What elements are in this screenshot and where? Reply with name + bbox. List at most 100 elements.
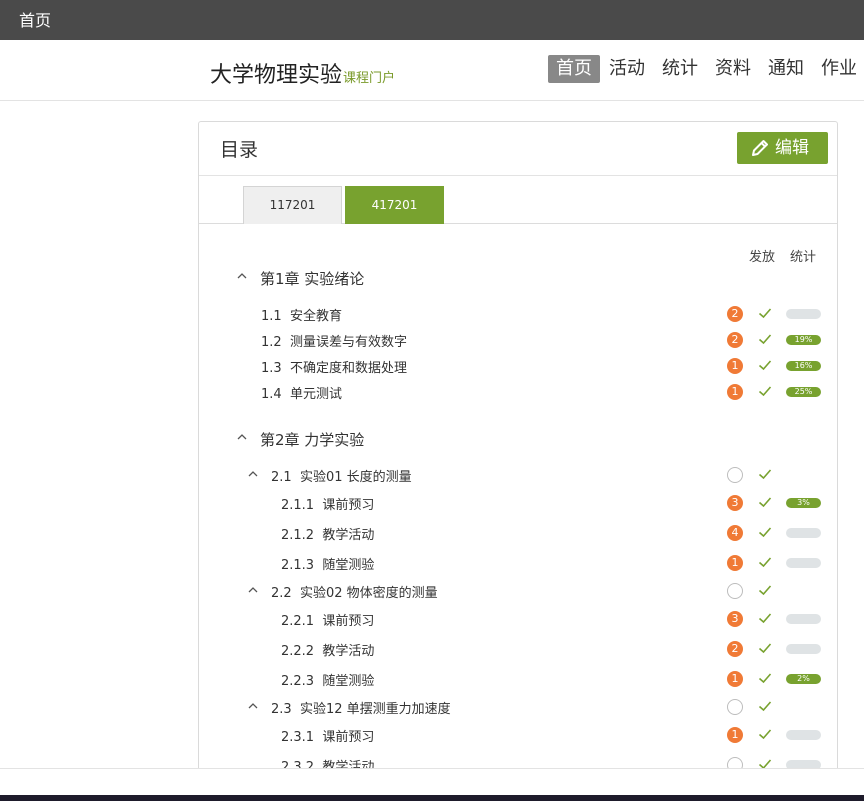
list-item[interactable]: 1.3 不确定度和数据处理 1 16% [199,353,837,377]
catalog-item-label[interactable]: 2.1.2 教学活动 [281,524,374,543]
list-item[interactable]: 2.1.3 随堂测验 1 [199,550,837,574]
publish-count-badge[interactable]: 2 [727,641,743,657]
collapse-chevron-icon[interactable] [236,431,248,443]
list-item[interactable]: 2.2.3 随堂测验 1 2% [199,666,837,690]
main-nav: 首页 活动 统计 资料 通知 作业 [548,55,864,83]
publish-count-badge[interactable]: 1 [727,555,743,571]
collapse-chevron-icon[interactable] [236,270,248,282]
publish-count-badge[interactable]: 1 [727,671,743,687]
stats-progress-bar[interactable] [786,528,821,538]
progress-percent: 16% [794,361,813,370]
catalog-item-label[interactable]: 2.1.3 随堂测验 [281,554,374,573]
check-icon [758,359,772,375]
stats-progress-bar[interactable] [786,730,821,740]
column-publish: 发放 [749,250,776,265]
catalog-item-label[interactable]: 第2章 力学实验 [260,429,364,450]
catalog-item-label[interactable]: 2.2 实验02 物体密度的测量 [271,582,438,601]
publish-count-badge[interactable]: 4 [727,525,743,541]
list-item[interactable]: 1.2 测量误差与有效数字 2 19% [199,327,837,351]
progress-percent: 2% [797,674,810,683]
nav-notices[interactable]: 通知 [760,55,812,83]
edit-button-label: 编辑 [775,138,809,158]
stats-progress-bar[interactable]: 16% [786,361,821,371]
check-icon [758,728,772,744]
taskbar-strip [0,795,864,801]
check-icon [758,526,772,542]
course-brand[interactable]: 大学物理实验课程门户 [210,57,395,89]
publish-count-badge[interactable]: 3 [727,495,743,511]
nav-home[interactable]: 首页 [548,55,600,83]
stats-progress-bar[interactable]: 25% [786,387,821,397]
list-item[interactable]: 2.1.1 课前预习 3 3% [199,490,837,514]
catalog-item-label[interactable]: 2.1.1 课前预习 [281,494,374,513]
publish-count-badge[interactable]: 1 [727,727,743,743]
list-item[interactable]: 1.4 单元测试 1 25% [199,379,837,403]
list-item[interactable]: 1.1 安全教育 2 [199,301,837,325]
check-icon [758,700,772,716]
check-icon [758,672,772,688]
check-icon [758,468,772,484]
stats-progress-bar[interactable] [786,309,821,319]
check-icon [758,556,772,572]
nav-activities[interactable]: 活动 [601,55,653,83]
catalog-item-label[interactable]: 2.2.2 教学活动 [281,640,374,659]
catalog-item-label[interactable]: 第1章 实验绪论 [260,268,364,289]
nav-statistics[interactable]: 统计 [654,55,706,83]
list-item[interactable]: 2.1.2 教学活动 4 [199,520,837,544]
list-item[interactable]: 2.2.2 教学活动 2 [199,636,837,660]
progress-percent: 19% [794,335,813,344]
publish-count-badge[interactable] [727,699,743,715]
chapter-row[interactable]: 第1章 实验绪论 [199,266,837,290]
stats-progress-bar[interactable]: 3% [786,498,821,508]
collapse-chevron-icon[interactable] [247,584,259,596]
catalog-item-label[interactable]: 1.4 单元测试 [261,383,342,402]
progress-percent: 3% [797,498,810,507]
nav-resources[interactable]: 资料 [707,55,759,83]
stats-progress-bar[interactable] [786,614,821,624]
stats-progress-bar[interactable]: 19% [786,335,821,345]
check-icon [758,612,772,628]
nav-homework[interactable]: 作业 [813,55,864,83]
publish-count-badge[interactable]: 1 [727,358,743,374]
collapse-chevron-icon[interactable] [247,468,259,480]
catalog-item-label[interactable]: 1.1 安全教育 [261,305,342,324]
class-tabs: 117201 417201 [199,176,837,224]
stats-progress-bar[interactable] [786,644,821,654]
edit-button[interactable]: 编辑 [737,132,828,164]
catalog-item-label[interactable]: 1.3 不确定度和数据处理 [261,357,407,376]
catalog-panel: 目录 编辑 117201 417201 发放 统计 第1章 实验绪论 1.1 安全… [198,121,838,781]
publish-count-badge[interactable]: 2 [727,332,743,348]
tab-117201[interactable]: 117201 [243,186,342,224]
list-item[interactable]: 2.2.1 课前预习 3 [199,606,837,630]
top-home-link[interactable]: 首页 [19,7,51,31]
top-bar: 首页 [0,0,864,40]
section-row[interactable]: 2.1 实验01 长度的测量 [199,462,837,486]
course-header: 大学物理实验课程门户 首页 活动 统计 资料 通知 作业 [0,40,864,101]
collapse-chevron-icon[interactable] [247,700,259,712]
footer-band [0,768,864,795]
catalog-title: 目录 [220,139,259,161]
publish-count-badge[interactable]: 2 [727,306,743,322]
catalog-item-label[interactable]: 2.3 实验12 单摆测重力加速度 [271,698,451,717]
tab-417201[interactable]: 417201 [345,186,444,224]
catalog-item-label[interactable]: 2.2.3 随堂测验 [281,670,374,689]
progress-percent: 25% [794,387,813,396]
publish-count-badge[interactable] [727,467,743,483]
catalog-header: 目录 编辑 [199,122,837,176]
publish-count-badge[interactable] [727,583,743,599]
section-row[interactable]: 2.2 实验02 物体密度的测量 [199,578,837,602]
check-icon [758,307,772,323]
publish-count-badge[interactable]: 3 [727,611,743,627]
catalog-item-label[interactable]: 2.1 实验01 长度的测量 [271,466,412,485]
check-icon [758,584,772,600]
check-icon [758,385,772,401]
catalog-item-label[interactable]: 2.2.1 课前预习 [281,610,374,629]
list-item[interactable]: 2.3.1 课前预习 1 [199,722,837,746]
stats-progress-bar[interactable]: 2% [786,674,821,684]
publish-count-badge[interactable]: 1 [727,384,743,400]
catalog-item-label[interactable]: 1.2 测量误差与有效数字 [261,331,407,350]
stats-progress-bar[interactable] [786,558,821,568]
chapter-row[interactable]: 第2章 力学实验 [199,427,837,451]
catalog-item-label[interactable]: 2.3.1 课前预习 [281,726,374,745]
section-row[interactable]: 2.3 实验12 单摆测重力加速度 [199,694,837,718]
